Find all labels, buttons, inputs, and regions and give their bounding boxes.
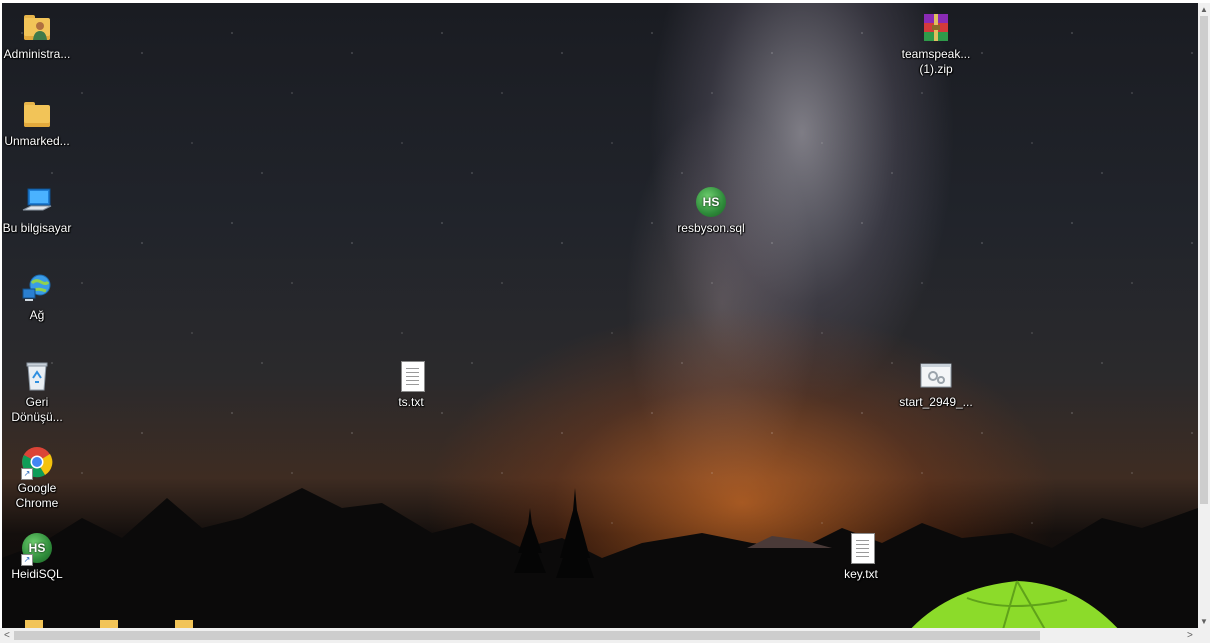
heidisql-badge-text: HS bbox=[702, 195, 720, 209]
desktop-background[interactable] bbox=[2, 3, 1198, 628]
icon-label: HeidiSQL bbox=[11, 567, 63, 581]
icon-label: resbyson.sql bbox=[677, 221, 745, 235]
top-border bbox=[0, 0, 1210, 3]
heidisql-icon: HS bbox=[695, 186, 727, 218]
shortcut-arrow-icon: ↗ bbox=[21, 468, 33, 480]
icon-label: ts.txt bbox=[398, 395, 424, 409]
vertical-scrollbar-thumb[interactable] bbox=[1200, 16, 1208, 504]
desktop-icon-administrator[interactable]: Administra... bbox=[0, 12, 74, 62]
icon-label: Administra... bbox=[3, 47, 71, 61]
desktop-icon-start-2949[interactable]: start_2949_... bbox=[899, 360, 973, 410]
desktop-icon-unmarked[interactable]: Unmarked... bbox=[0, 99, 74, 149]
scroll-down-arrow-icon[interactable]: ▼ bbox=[1200, 617, 1208, 627]
desktop-icon-ts-txt[interactable]: ts.txt bbox=[374, 360, 448, 410]
horizontal-scrollbar-thumb[interactable] bbox=[14, 631, 1040, 640]
batch-file-icon bbox=[920, 360, 952, 392]
recycle-bin-icon bbox=[21, 360, 53, 392]
desktop-icon-heidisql[interactable]: HS ↗ HeidiSQL bbox=[0, 532, 74, 582]
green-tent bbox=[911, 580, 1118, 628]
desktop-icon-resbyson-sql[interactable]: HS resbyson.sql bbox=[674, 186, 748, 236]
icon-label: Ağ bbox=[29, 308, 45, 322]
folder-icon bbox=[21, 99, 53, 131]
desktop-icon-network[interactable]: Ağ bbox=[0, 273, 74, 323]
scroll-right-arrow-icon[interactable]: > bbox=[1187, 631, 1193, 641]
desktop-icon-key-txt[interactable]: key.txt bbox=[824, 532, 898, 582]
chrome-icon: ↗ bbox=[21, 446, 53, 480]
folder-icon[interactable] bbox=[25, 620, 43, 628]
icon-label: key.txt bbox=[844, 567, 878, 581]
icon-label: Bu bilgisayar bbox=[2, 221, 72, 235]
icon-label: Google Chrome bbox=[15, 481, 59, 510]
scroll-up-arrow-icon[interactable]: ▲ bbox=[1200, 5, 1208, 15]
computer-icon bbox=[21, 186, 53, 218]
network-globe-icon bbox=[21, 273, 53, 305]
heidisql-icon: HS ↗ bbox=[21, 532, 53, 566]
folder-icon[interactable] bbox=[175, 620, 193, 628]
heidisql-badge-text: HS bbox=[28, 541, 46, 555]
user-folder-icon bbox=[21, 12, 53, 44]
desktop-icon-google-chrome[interactable]: ↗ Google Chrome bbox=[0, 446, 74, 511]
icon-label: Unmarked... bbox=[4, 134, 70, 148]
folder-icon[interactable] bbox=[100, 620, 118, 628]
icon-label: teamspeak... (1).zip bbox=[901, 47, 971, 76]
icon-label: start_2949_... bbox=[899, 395, 973, 409]
scroll-left-arrow-icon[interactable]: < bbox=[4, 631, 10, 641]
text-file-icon bbox=[395, 360, 427, 392]
icon-label: Geri Dönüşü... bbox=[11, 395, 63, 424]
text-file-icon bbox=[845, 532, 877, 564]
shortcut-arrow-icon: ↗ bbox=[21, 554, 33, 566]
desktop-icon-teamspeak-zip[interactable]: teamspeak... (1).zip bbox=[899, 12, 973, 77]
winrar-archive-icon bbox=[920, 12, 952, 44]
desktop-icon-this-pc[interactable]: Bu bilgisayar bbox=[0, 186, 74, 236]
desktop-icon-recycle-bin[interactable]: Geri Dönüşü... bbox=[0, 360, 74, 425]
